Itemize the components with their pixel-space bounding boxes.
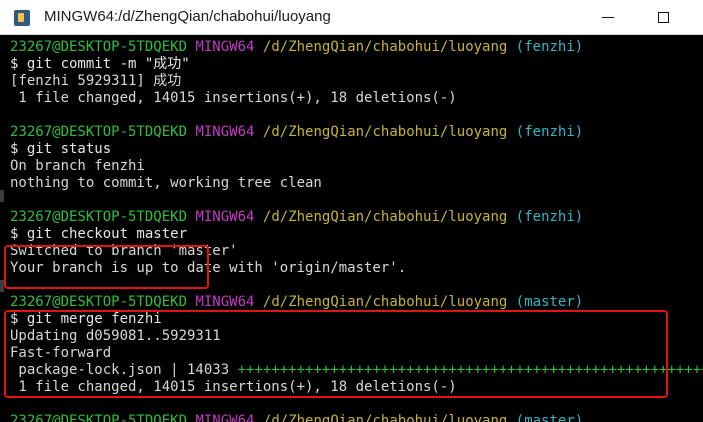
output-line: On branch fenzhi	[10, 158, 145, 175]
prompt-branch: (fenzhi)	[515, 124, 584, 140]
output-text: nothing to commit, working tree clean	[10, 175, 322, 191]
prompt-shell: MINGW64	[195, 124, 255, 140]
command-text: $ git status	[10, 141, 112, 157]
prompt-path: /d/ZhengQian/chabohui/luoyang	[262, 124, 508, 140]
minimize-button[interactable]	[585, 0, 631, 35]
prompt-path: /d/ZhengQian/chabohui/luoyang	[262, 294, 508, 310]
title-bar: MINGW64:/d/ZhengQian/chabohui/luoyang	[0, 0, 703, 35]
highlight-box-merge-command	[4, 245, 209, 289]
prompt-line: 23267@DESKTOP-5TDQEKD MINGW64 /d/ZhengQi…	[10, 39, 583, 56]
prompt-shell: MINGW64	[195, 209, 255, 225]
prompt-branch: (fenzhi)	[515, 39, 584, 55]
prompt-path: /d/ZhengQian/chabohui/luoyang	[262, 39, 508, 55]
command-text: $ git checkout master	[10, 226, 188, 242]
output-line: nothing to commit, working tree clean	[10, 175, 322, 192]
output-text: On branch fenzhi	[10, 158, 145, 174]
prompt-user-host: 23267@DESKTOP-5TDQEKD	[10, 294, 188, 310]
output-line: [fenzhi 5929311] 成功	[10, 73, 181, 90]
prompt-user-host: 23267@DESKTOP-5TDQEKD	[10, 39, 188, 55]
prompt-branch: (fenzhi)	[515, 209, 584, 225]
prompt-shell: MINGW64	[195, 294, 255, 310]
maximize-icon	[657, 12, 669, 23]
output-text: 1 file changed, 14015 insertions(+), 18 …	[10, 90, 457, 106]
prompt-line: 23267@DESKTOP-5TDQEKD MINGW64 /d/ZhengQi…	[10, 209, 583, 226]
prompt-branch: (master)	[515, 413, 584, 422]
command-text: $ git commit -m "成功"	[10, 56, 190, 72]
prompt-path: /d/ZhengQian/chabohui/luoyang	[262, 209, 508, 225]
window-title: MINGW64:/d/ZhengQian/chabohui/luoyang	[44, 8, 331, 25]
command-line: $ git commit -m "成功"	[10, 56, 190, 73]
command-line: $ git checkout master	[10, 226, 187, 243]
background-window-fragment	[0, 190, 4, 202]
prompt-path: /d/ZhengQian/chabohui/luoyang	[262, 413, 508, 422]
prompt-line: 23267@DESKTOP-5TDQEKD MINGW64 /d/ZhengQi…	[10, 413, 583, 422]
output-line: 1 file changed, 14015 insertions(+), 18 …	[10, 90, 457, 107]
command-line: $ git status	[10, 141, 111, 158]
maximize-button[interactable]	[640, 0, 686, 35]
output-text: [fenzhi 5929311] 成功	[10, 73, 182, 89]
prompt-shell: MINGW64	[195, 413, 255, 422]
prompt-line: 23267@DESKTOP-5TDQEKD MINGW64 /d/ZhengQi…	[10, 294, 583, 311]
prompt-line: 23267@DESKTOP-5TDQEKD MINGW64 /d/ZhengQi…	[10, 124, 583, 141]
highlight-box-merge-result	[4, 310, 668, 398]
prompt-branch: (master)	[515, 294, 584, 310]
prompt-user-host: 23267@DESKTOP-5TDQEKD	[10, 124, 188, 140]
prompt-user-host: 23267@DESKTOP-5TDQEKD	[10, 413, 188, 422]
git-bash-icon	[14, 10, 30, 26]
minimize-icon	[602, 17, 614, 18]
prompt-user-host: 23267@DESKTOP-5TDQEKD	[10, 209, 188, 225]
prompt-shell: MINGW64	[195, 39, 255, 55]
